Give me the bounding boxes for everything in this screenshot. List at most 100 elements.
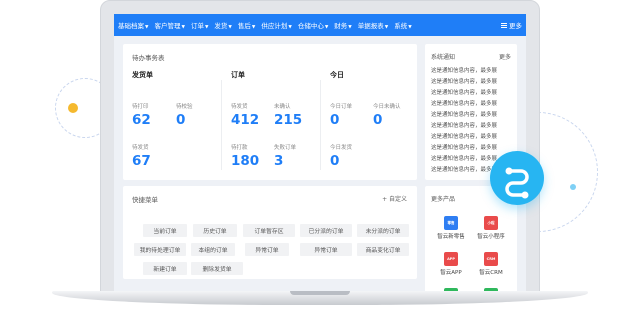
shortcut-chip[interactable]: 商品变化订单 [357, 243, 409, 256]
stat-value: 67 [132, 153, 151, 169]
shortcut-chip[interactable]: 本组的订单 [191, 243, 235, 256]
col-shipments: 发货单 [132, 70, 153, 80]
chevron-down-icon: ▼ [348, 25, 352, 30]
stat-value: 0 [330, 153, 340, 169]
shortcut-title: 快捷菜单 [132, 196, 158, 204]
shortcut-chip[interactable]: 我的待处理订单 [134, 243, 186, 256]
stat-to-print[interactable]: 待打印 62 [132, 102, 151, 128]
green-app-icon-2 [484, 288, 498, 291]
stat-value: 0 [373, 112, 383, 128]
notice-title: 系统通知 [431, 54, 456, 61]
nav-item[interactable]: 财务▼ [334, 20, 351, 30]
col-title: 订单 [231, 71, 245, 79]
notice-item[interactable]: 这是通知信息内容，最多展 [431, 88, 497, 96]
nav-item-label: 售后 [237, 22, 251, 30]
product-label: 智云小程序 [477, 234, 505, 240]
notice-more-link[interactable]: 更多 [499, 52, 511, 61]
stat-label: 待发货 [132, 145, 149, 151]
nav-item-label: 基础档案 [118, 22, 144, 30]
notice-item[interactable]: 这是通知信息内容，最多展 [431, 143, 497, 151]
shortcut-chip[interactable]: 已分派的订单 [300, 224, 352, 237]
notice-item[interactable]: 这是通知信息内容，最多展 [431, 110, 497, 118]
product-tile[interactable]: 小程 智云小程序 [473, 216, 509, 240]
col-title: 今日 [330, 71, 344, 79]
stat-today-shipped[interactable]: 今日发货 0 [330, 143, 352, 169]
nav-item[interactable]: 供应计划▼ [261, 20, 291, 30]
shortcut-chip[interactable]: 当前订单 [143, 224, 187, 237]
product-label: 智云APP [440, 270, 462, 276]
shortcut-chip[interactable]: 删除发货单 [191, 262, 243, 275]
stat-label: 待打印 [132, 104, 149, 110]
notice-item[interactable]: 这是通知信息内容，最多展 [431, 165, 497, 173]
nav-item-label: 仓储中心 [297, 22, 324, 30]
product-tile[interactable] [473, 288, 509, 291]
chevron-down-icon: ▼ [384, 25, 389, 30]
orange-dot [68, 103, 78, 113]
shortcut-chip[interactable]: 异常订单 [245, 243, 289, 256]
chevron-down-icon: ▼ [251, 25, 256, 30]
shortcut-chip[interactable]: 历史订单 [193, 224, 237, 237]
shortcut-chip[interactable]: 订单暂存区 [243, 224, 295, 237]
todo-title: 待办事务表 [132, 54, 165, 62]
notice-item[interactable]: 这是通知信息内容，最多展 [431, 132, 497, 140]
notice-item[interactable]: 这是通知信息内容，最多展 [431, 121, 497, 129]
notice-item[interactable]: 这是通知信息内容，最多展 [431, 99, 497, 107]
shortcut-chip[interactable]: 未分派的订单 [357, 224, 409, 237]
chevron-down-icon: ▼ [408, 25, 412, 30]
nav-item-label: 发货 [214, 22, 228, 30]
chevron-down-icon: ▼ [181, 25, 185, 30]
crm-icon: CRM [484, 252, 498, 266]
product-tile[interactable]: 零售 智云新零售 [433, 216, 469, 240]
nav-item[interactable]: 发货▼ [214, 20, 231, 30]
nav-more-button[interactable]: 更多 [501, 20, 522, 30]
retail-icon: 零售 [444, 216, 458, 230]
stat-to-pay[interactable]: 待打款 180 [231, 143, 259, 169]
list-icon [501, 22, 507, 28]
notice-item[interactable]: 这是通知信息内容，最多展 [431, 154, 497, 162]
stat-unconfirmed[interactable]: 未确认 215 [274, 102, 302, 128]
product-tile[interactable] [433, 288, 469, 291]
nav-item[interactable]: 订单▼ [191, 20, 208, 30]
products-title: 更多产品 [431, 196, 456, 203]
nav-item[interactable]: 售后▼ [238, 20, 255, 30]
stat-today-orders[interactable]: 今日订单 0 [330, 102, 352, 128]
product-tile[interactable]: APP 智云APP [433, 252, 469, 276]
nav-item[interactable]: 仓储中心▼ [298, 20, 328, 30]
stat-to-verify[interactable]: 待校验 0 [176, 102, 193, 128]
stat-label: 今日未确认 [373, 104, 401, 110]
notice-item[interactable]: 这是通知信息内容，最多展 [431, 77, 497, 85]
product-label: 智云CRM [479, 270, 503, 276]
add-custom-button[interactable]: + 自定义 [382, 194, 407, 203]
product-tile[interactable]: CRM 智云CRM [473, 252, 509, 276]
stat-today-unconfirmed[interactable]: 今日未确认 0 [373, 102, 401, 128]
shortcut-chip[interactable]: 异常订单 [300, 243, 352, 256]
float-link-badge[interactable] [490, 151, 544, 205]
stat-label: 失败订单 [274, 145, 297, 151]
mini-program-icon: 小程 [484, 216, 498, 230]
stat-label: 未确认 [274, 104, 291, 110]
nav-item[interactable]: 单据报表▼ [358, 20, 388, 30]
stat-label: 今日订单 [330, 104, 353, 110]
col-title: 发货单 [132, 71, 153, 79]
green-app-icon [444, 288, 458, 291]
nav-item-label: 系统 [394, 22, 408, 30]
nav-item-label: 单据报表 [357, 22, 384, 30]
stat-value: 0 [330, 112, 340, 128]
nav-item[interactable]: 客户管理▼ [154, 20, 184, 30]
nav-item-label: 供应计划 [261, 22, 288, 30]
shortcut-chip[interactable]: 新建订单 [143, 262, 187, 275]
stat-value: 215 [274, 112, 303, 128]
nav-item[interactable]: 系统▼ [394, 20, 411, 30]
stat-value: 3 [274, 153, 284, 169]
nav-item[interactable]: 基础档案▼ [118, 20, 148, 30]
laptop-notch [290, 291, 350, 295]
shortcut-panel: 快捷菜单 + 自定义 当前订单 历史订单 订单暂存区 已分派的订单 未分派的订单我的待处… [123, 186, 417, 279]
stat-failed-orders[interactable]: 失败订单 3 [274, 143, 296, 169]
notice-item[interactable]: 这是通知信息内容，最多展 [431, 66, 497, 74]
stat-orders-to-ship[interactable]: 待发货 412 [231, 102, 259, 128]
chevron-down-icon: ▼ [204, 25, 209, 30]
stat-value: 0 [176, 112, 186, 128]
stat-to-ship[interactable]: 待发货 67 [132, 143, 151, 169]
stat-value: 180 [231, 153, 260, 169]
blue-dot [570, 184, 576, 190]
